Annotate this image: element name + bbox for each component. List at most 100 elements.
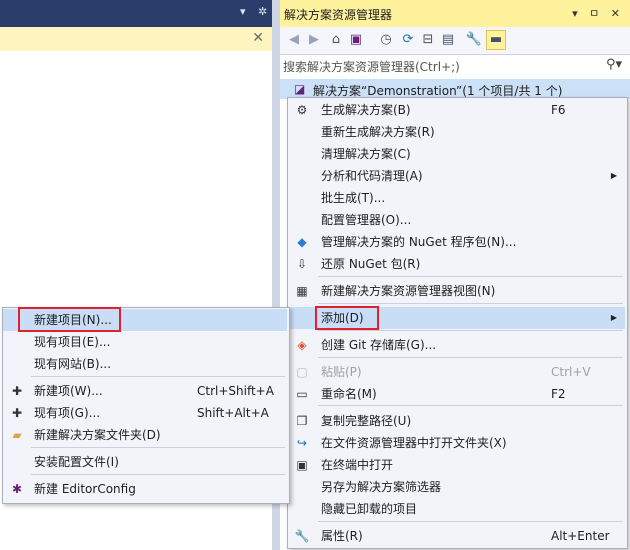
add-menu-item-label: 安装配置文件(I) (34, 455, 119, 469)
main-menu-item-8[interactable]: ▦ 新建解决方案资源管理器视图(N) (288, 280, 625, 302)
main-menu-item-shortcut: F2 (551, 387, 566, 401)
solution-explorer-search[interactable]: 搜索解决方案资源管理器(Ctrl+;) ⚲▾ (280, 54, 630, 78)
add-menu-item-6[interactable]: 安装配置文件(I) (3, 451, 287, 473)
add-menu-item-label: 新建解决方案文件夹(D) (34, 428, 161, 442)
main-menu-item-label: 新建解决方案资源管理器视图(N) (321, 284, 496, 298)
main-menu-item-5[interactable]: 配置管理器(O)... (288, 209, 625, 231)
add-menu-item-label: 现有项(G)... (34, 406, 101, 420)
git-icon: ◈ (297, 338, 307, 352)
main-menu-item-7[interactable]: ⇩ 还原 NuGet 包(R) (288, 253, 625, 275)
existing-item-icon: ✚ (11, 406, 23, 420)
main-menu-item-10[interactable]: ◈ 创建 Git 存储库(G)... (288, 334, 625, 356)
restore-icon: ⇩ (296, 257, 308, 271)
paste-icon: ▢ (296, 365, 308, 379)
main-menu-item-11[interactable]: ▢ 粘贴(P) Ctrl+V (288, 361, 625, 383)
solution-explorer-titlebar: 解决方案资源管理器 ▾ ㅁ ✕ (280, 0, 630, 27)
show-all-files-icon[interactable]: ▤ (438, 30, 458, 50)
main-menu-item-label: 粘贴(P) (321, 365, 362, 379)
main-menu-item-18[interactable]: 🔧 属性(R) Alt+Enter (288, 525, 625, 547)
add-menu-item-2[interactable]: 现有网站(B)... (3, 353, 287, 375)
close-icon[interactable]: ✕ (252, 30, 264, 46)
add-menu-item-shortcut: Ctrl+Shift+A (197, 384, 274, 398)
close-icon[interactable]: ✕ (611, 7, 624, 20)
editor-dropdown-icon[interactable]: ▾ (240, 5, 246, 18)
main-menu-item-label: 在文件资源管理器中打开文件夹(X) (321, 436, 507, 450)
main-menu-item-2[interactable]: 清理解决方案(C) (288, 143, 625, 165)
main-menu-item-1[interactable]: 重新生成解决方案(R) (288, 121, 625, 143)
main-menu-item-13[interactable]: ❐ 复制完整路径(U) (288, 410, 625, 432)
search-icon[interactable]: ⚲▾ (606, 57, 622, 72)
add-menu-item-3[interactable]: ✚ 新建项(W)... Ctrl+Shift+A (3, 380, 287, 402)
main-menu-item-shortcut: Ctrl+V (551, 365, 591, 379)
add-menu-item-label: 现有项目(E)... (34, 335, 111, 349)
new-view-icon: ▦ (296, 284, 308, 298)
chevron-right-icon: ▶ (610, 171, 617, 180)
pin-icon[interactable]: ㅁ (589, 7, 603, 20)
solution-folder-icon: ▰ (12, 428, 22, 442)
add-menu-item-4[interactable]: ✚ 现有项(G)... Shift+Alt+A (3, 402, 287, 424)
main-menu-item-label: 重新生成解决方案(R) (321, 125, 435, 139)
home-icon[interactable]: ⌂ (326, 30, 346, 50)
add-menu-item-label: 新建项(W)... (34, 384, 103, 398)
collapse-all-icon[interactable]: ⊟ (418, 30, 438, 50)
menu-separator (31, 447, 285, 448)
wrench-icon: 🔧 (294, 529, 310, 543)
main-menu-item-label: 批生成(T)... (321, 191, 386, 205)
main-menu-item-label: 另存为解决方案筛选器 (321, 480, 442, 494)
document-tab-bar: ✕ (0, 27, 272, 52)
sync-icon[interactable]: ⟳ (398, 30, 418, 50)
wrench-icon[interactable]: 🔧 (464, 30, 484, 50)
main-menu-item-3[interactable]: 分析和代码清理(A) ▶ (288, 165, 625, 187)
solution-icon: ◪ (294, 82, 306, 96)
menu-separator (318, 521, 623, 522)
main-menu-item-0[interactable]: ⚙ 生成解决方案(B) F6 (288, 99, 625, 121)
forward-icon[interactable]: ▶ (304, 30, 324, 50)
chevron-right-icon: ▶ (610, 313, 617, 322)
solution-explorer-toolbar: ◀ ▶ ⌂ ▣ ◷ ⟳ ⊟ ▤ 🔧 ▬ (280, 27, 630, 54)
main-menu-item-14[interactable]: ↪ 在文件资源管理器中打开文件夹(X) (288, 432, 625, 454)
add-submenu: 新建项目(N)... 现有项目(E)... 现有网站(B)... ✚ 新建项(W)...… (2, 307, 290, 504)
switch-views-icon[interactable]: ▣ (346, 30, 366, 50)
add-menu-item-5[interactable]: ▰ 新建解决方案文件夹(D) (3, 424, 287, 446)
main-menu-item-label: 生成解决方案(B) (321, 103, 411, 117)
nuget-icon: ◆ (297, 235, 307, 249)
main-menu-item-label: 创建 Git 存储库(G)... (321, 338, 437, 352)
main-menu-item-label: 还原 NuGet 包(R) (321, 257, 421, 271)
main-menu-item-6[interactable]: ◆ 管理解决方案的 NuGet 程序包(N)... (288, 231, 625, 253)
main-menu-item-label: 隐藏已卸载的项目 (321, 502, 418, 516)
main-menu-item-label: 在终端中打开 (321, 458, 394, 472)
main-menu-item-12[interactable]: ▭ 重命名(M) F2 (288, 383, 625, 405)
menu-separator (318, 330, 623, 331)
menu-separator (318, 276, 623, 277)
main-menu-item-label: 属性(R) (321, 529, 363, 543)
add-menu-item-label: 现有网站(B)... (34, 357, 112, 371)
solution-explorer-title: 解决方案资源管理器 (284, 8, 393, 22)
window-dropdown-icon[interactable]: ▾ (572, 7, 582, 20)
main-menu-item-4[interactable]: 批生成(T)... (288, 187, 625, 209)
add-menu-item-1[interactable]: 现有项目(E)... (3, 331, 287, 353)
back-icon[interactable]: ◀ (284, 30, 304, 50)
add-menu-item-shortcut: Shift+Alt+A (197, 406, 269, 420)
main-menu-item-shortcut: F6 (551, 103, 566, 117)
solution-context-menu: ⚙ 生成解决方案(B) F6 重新生成解决方案(R) 清理解决方案(C) 分析和代码清理(… (287, 97, 628, 549)
main-menu-item-label: 分析和代码清理(A) (321, 169, 423, 183)
editorconfig-icon: ✱ (11, 482, 23, 496)
main-menu-item-label: 管理解决方案的 NuGet 程序包(N)... (321, 235, 517, 249)
pending-changes-filter-icon[interactable]: ◷ (376, 30, 396, 50)
preview-selected-icon[interactable]: ▬ (486, 30, 506, 50)
tree-row-solution[interactable]: ◪ 解决方案“Demonstration”(1 个项目/共 1 个) (280, 79, 630, 99)
build-icon: ⚙ (296, 103, 308, 117)
add-menu-item-7[interactable]: ✱ 新建 EditorConfig (3, 478, 287, 500)
terminal-icon: ▣ (296, 458, 308, 472)
menu-separator (318, 303, 623, 304)
gear-icon[interactable]: ✲ (258, 5, 267, 18)
add-highlight-callout (315, 306, 379, 330)
copy-path-icon: ❐ (296, 414, 308, 428)
new-item-icon: ✚ (11, 384, 23, 398)
main-menu-item-16[interactable]: 另存为解决方案筛选器 (288, 476, 625, 498)
rename-icon: ▭ (296, 387, 308, 401)
search-input[interactable]: 搜索解决方案资源管理器(Ctrl+;) (283, 58, 460, 75)
main-menu-item-label: 复制完整路径(U) (321, 414, 412, 428)
main-menu-item-15[interactable]: ▣ 在终端中打开 (288, 454, 625, 476)
main-menu-item-17[interactable]: 隐藏已卸载的项目 (288, 498, 625, 520)
